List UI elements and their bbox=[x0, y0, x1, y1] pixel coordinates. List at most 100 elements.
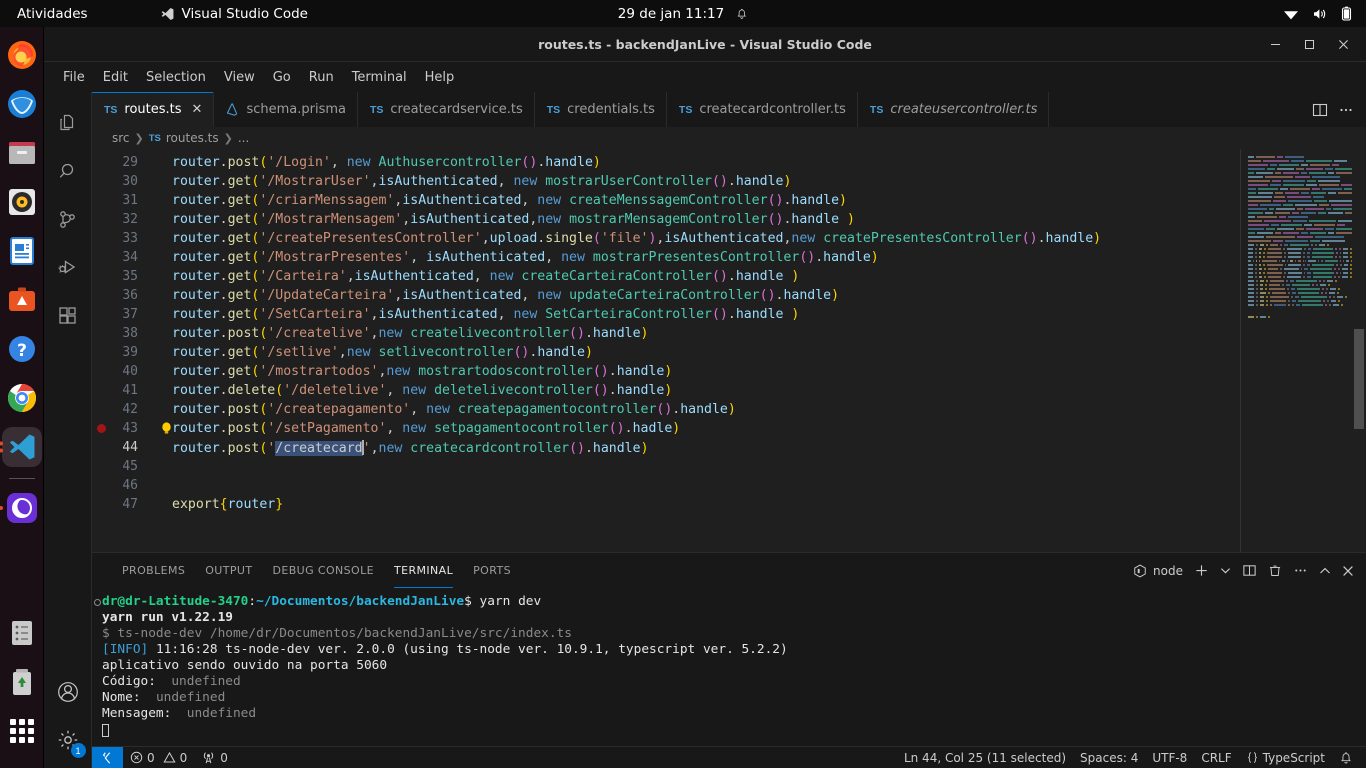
show-applications-button[interactable] bbox=[2, 711, 42, 751]
tab-createcardservice-ts[interactable]: TS createcardservice.ts bbox=[357, 92, 535, 127]
tab-debug-console[interactable]: DEBUG CONSOLE bbox=[262, 553, 384, 588]
menu-selection[interactable]: Selection bbox=[137, 67, 215, 88]
dock-item-google-chrome[interactable] bbox=[2, 378, 42, 418]
gutter-marker[interactable] bbox=[92, 424, 110, 433]
ports-status[interactable]: 0 bbox=[194, 747, 235, 768]
close-icon[interactable]: ✕ bbox=[192, 102, 203, 117]
code-line[interactable]: 37 router.get('/SetCarteira',isAuthentica… bbox=[92, 305, 1366, 324]
tab-output[interactable]: OUTPUT bbox=[195, 553, 262, 588]
tab-createcardcontroller-ts[interactable]: TS createcardcontroller.ts bbox=[666, 92, 858, 127]
sidebar-item-search[interactable] bbox=[44, 148, 92, 196]
menu-help[interactable]: Help bbox=[416, 67, 464, 88]
code-line[interactable]: 40 router.get('/mostrartodos',new mostrar… bbox=[92, 362, 1366, 381]
code-line[interactable]: 42 router.post('/createpagamento', new cr… bbox=[92, 400, 1366, 419]
scrollbar-thumb[interactable] bbox=[1354, 329, 1364, 429]
accounts-button[interactable] bbox=[44, 668, 92, 716]
current-app-indicator[interactable]: Visual Studio Code bbox=[160, 6, 308, 22]
encoding-status[interactable]: UTF-8 bbox=[1145, 747, 1194, 768]
code-line[interactable]: 43 router.post('/setPagamento', new setpa… bbox=[92, 419, 1366, 438]
sidebar-item-run-debug[interactable] bbox=[44, 244, 92, 292]
tab-routes-ts[interactable]: TS routes.ts ✕ bbox=[92, 92, 215, 127]
dock-item-ubuntu-software[interactable] bbox=[2, 280, 42, 320]
split-terminal-icon[interactable] bbox=[1242, 563, 1257, 578]
lightbulb-icon[interactable] bbox=[161, 422, 172, 435]
more-actions-icon[interactable] bbox=[1338, 102, 1354, 118]
dock-item-disk-utility[interactable] bbox=[2, 613, 42, 653]
dock-item-thunderbird[interactable] bbox=[2, 84, 42, 124]
menu-edit[interactable]: Edit bbox=[94, 67, 137, 88]
menu-run[interactable]: Run bbox=[300, 67, 343, 88]
code-line[interactable]: 29 router.post('/Login', new Authusercont… bbox=[92, 153, 1366, 172]
tab-createusercontroller-ts[interactable]: TS createusercontroller.ts bbox=[857, 92, 1050, 127]
code-line[interactable]: 32 router.get('/MostrarMensagem',isAuthen… bbox=[92, 210, 1366, 229]
tab-terminal[interactable]: TERMINAL bbox=[384, 553, 463, 588]
code-line[interactable]: 46 bbox=[92, 476, 1366, 495]
code-line[interactable]: 47 export{router} bbox=[92, 495, 1366, 514]
terminal-selector[interactable]: node bbox=[1133, 564, 1183, 578]
tab-problems[interactable]: PROBLEMS bbox=[112, 553, 195, 588]
close-button[interactable] bbox=[1326, 30, 1360, 60]
maximize-button[interactable] bbox=[1292, 30, 1326, 60]
eol-status[interactable]: CRLF bbox=[1194, 747, 1238, 768]
code-line[interactable]: 38 router.post('/createlive',new createli… bbox=[92, 324, 1366, 343]
code-line[interactable]: 33 router.get('/createPresentesController… bbox=[92, 229, 1366, 248]
code-line[interactable]: 39 router.get('/setlive',new setlivecontr… bbox=[92, 343, 1366, 362]
dock-item-files[interactable] bbox=[2, 133, 42, 173]
remote-window-button[interactable] bbox=[92, 746, 123, 768]
dock-item-trash[interactable] bbox=[2, 662, 42, 702]
code-line[interactable]: 45 bbox=[92, 457, 1366, 476]
breadcrumb-file[interactable]: routes.ts bbox=[166, 131, 219, 145]
code-editor[interactable]: 29 router.post('/Login', new Authusercont… bbox=[92, 149, 1366, 552]
breadcrumb-more[interactable]: ... bbox=[238, 131, 249, 145]
sidebar-item-explorer[interactable] bbox=[44, 100, 92, 148]
terminal-text: ~/Documentos/backendJanLive bbox=[256, 594, 465, 609]
editor-scrollbar[interactable] bbox=[1352, 149, 1366, 552]
dock-item-rhythmbox[interactable] bbox=[2, 182, 42, 222]
menu-terminal[interactable]: Terminal bbox=[343, 67, 416, 88]
problems-status[interactable]: 0 0 bbox=[123, 747, 194, 768]
code-line[interactable]: 41 router.delete('/deletelive', new delet… bbox=[92, 381, 1366, 400]
tab-credentials-ts[interactable]: TS credentials.ts bbox=[534, 92, 667, 127]
dock-item-firefox[interactable] bbox=[2, 35, 42, 75]
files-icon bbox=[59, 114, 73, 131]
kill-terminal-icon[interactable] bbox=[1268, 563, 1282, 578]
chevron-down-icon[interactable] bbox=[1220, 565, 1231, 576]
sidebar-item-extensions[interactable] bbox=[44, 292, 92, 340]
minimap[interactable] bbox=[1240, 149, 1352, 552]
close-panel-icon[interactable] bbox=[1342, 565, 1354, 577]
menu-file[interactable]: File bbox=[54, 67, 94, 88]
tab-schema-prisma[interactable]: schema.prisma bbox=[214, 92, 358, 127]
notifications-button[interactable] bbox=[1332, 747, 1360, 768]
indentation-status[interactable]: Spaces: 4 bbox=[1073, 747, 1145, 768]
code-line[interactable]: 31 router.get('/criarMenssagem',isAuthent… bbox=[92, 191, 1366, 210]
clock-menu[interactable]: 29 de jan 11:17 bbox=[618, 6, 748, 22]
panel-tabs: PROBLEMS OUTPUT DEBUG CONSOLE TERMINAL P… bbox=[92, 553, 1366, 588]
minimize-button[interactable] bbox=[1258, 30, 1292, 60]
system-tray[interactable] bbox=[1283, 6, 1352, 21]
cursor-position[interactable]: Ln 44, Col 25 (11 selected) bbox=[897, 747, 1073, 768]
manage-settings-button[interactable]: 1 bbox=[44, 716, 92, 764]
more-actions-icon[interactable] bbox=[1293, 563, 1308, 578]
code-line[interactable]: 44 router.post('/createcard',new createca… bbox=[92, 438, 1366, 457]
menu-go[interactable]: Go bbox=[264, 67, 300, 88]
split-editor-icon[interactable] bbox=[1312, 102, 1328, 118]
code-line[interactable]: 35 router.get('/Carteira',isAuthenticated… bbox=[92, 267, 1366, 286]
code-line[interactable]: 30 router.get('/MostrarUser',isAuthentica… bbox=[92, 172, 1366, 191]
code-line[interactable]: 36 router.get('/UpdateCarteira',isAuthent… bbox=[92, 286, 1366, 305]
breadcrumb-src[interactable]: src bbox=[112, 131, 130, 145]
language-mode[interactable]: TypeScript bbox=[1239, 747, 1332, 768]
code-line[interactable]: 34 router.get('/MostrarPresentes', isAuth… bbox=[92, 248, 1366, 267]
activities-button[interactable]: Atividades bbox=[17, 6, 88, 22]
svg-text:?: ? bbox=[17, 341, 27, 361]
terminal-output[interactable]: dr@dr-Latitude-3470: ~/Documentos/backend… bbox=[92, 588, 1366, 746]
dock-item-libreoffice-writer[interactable] bbox=[2, 231, 42, 271]
sidebar-item-source-control[interactable] bbox=[44, 196, 92, 244]
dock-item-help[interactable]: ? bbox=[2, 329, 42, 369]
tab-ports[interactable]: PORTS bbox=[463, 553, 521, 588]
dock-item-visual-studio-code[interactable] bbox=[0, 427, 42, 467]
add-terminal-icon[interactable] bbox=[1194, 563, 1209, 578]
code-token: ) bbox=[592, 155, 601, 170]
maximize-panel-icon[interactable] bbox=[1319, 565, 1331, 577]
menu-view[interactable]: View bbox=[215, 67, 264, 88]
dock-item-insomnia[interactable] bbox=[0, 488, 42, 528]
